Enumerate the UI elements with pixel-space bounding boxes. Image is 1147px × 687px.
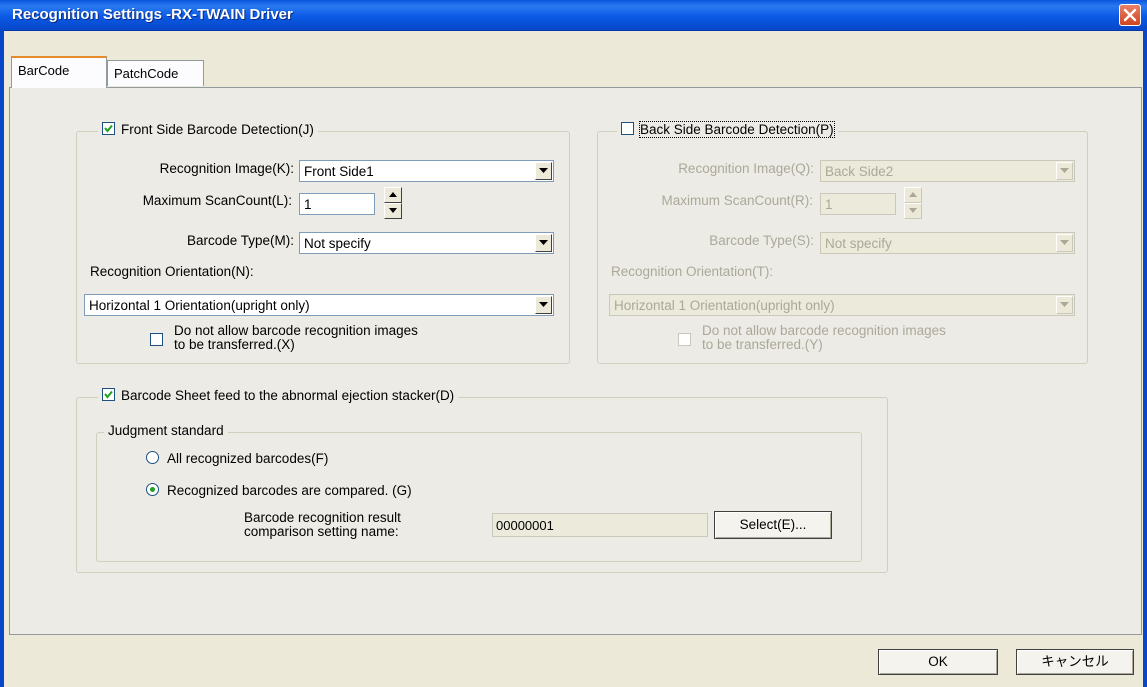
arrow-down-icon [389, 208, 397, 213]
back-no-transfer-label: Do not allow barcode recognition images … [702, 324, 946, 352]
front-max-scan-up-button[interactable] [384, 187, 402, 203]
front-max-scan-down-button[interactable] [384, 203, 402, 219]
back-max-scan-down-button[interactable] [904, 203, 922, 219]
back-recognition-image-value: Back Side2 [825, 164, 894, 179]
tab-patchcode[interactable]: PatchCode [107, 60, 204, 86]
front-no-transfer-checkbox[interactable] [150, 333, 163, 346]
chevron-down-icon [1056, 162, 1073, 180]
judgment-standard-title: Judgment standard [104, 423, 228, 438]
ok-button[interactable]: OK [878, 649, 998, 675]
front-no-transfer-label: Do not allow barcode recognition images … [174, 324, 418, 352]
ejection-checkbox[interactable]: Barcode Sheet feed to the abnormal eject… [98, 388, 459, 403]
front-orientation-combo[interactable]: Horizontal 1 Orientation(upright only) [84, 294, 554, 316]
arrow-up-icon [909, 192, 917, 197]
back-recognition-image-label: Recognition Image(Q): [678, 161, 814, 176]
front-barcode-type-combo[interactable]: Not specify [299, 232, 554, 254]
front-orientation-value: Horizontal 1 Orientation(upright only) [89, 298, 310, 313]
option-compared-radio[interactable] [146, 483, 159, 496]
front-side-checkbox[interactable]: Front Side Barcode Detection(J) [98, 122, 318, 137]
back-orientation-value: Horizontal 1 Orientation(upright only) [614, 298, 835, 313]
back-orientation-label: Recognition Orientation(T): [611, 264, 774, 279]
window-title: Recognition Settings -RX-TWAIN Driver [12, 6, 293, 23]
setting-name-value: 00000001 [496, 518, 554, 533]
front-side-title: Front Side Barcode Detection(J) [121, 122, 314, 137]
front-no-transfer-line1: Do not allow barcode recognition images [174, 323, 418, 338]
back-barcode-type-value: Not specify [825, 236, 892, 251]
front-side-check-box[interactable] [102, 122, 115, 135]
chevron-down-icon [1056, 234, 1073, 252]
back-side-title: Back Side Barcode Detection(P) [639, 121, 835, 138]
select-button[interactable]: Select(E)... [714, 511, 832, 539]
front-orientation-label: Recognition Orientation(N): [90, 264, 254, 279]
ejection-title: Barcode Sheet feed to the abnormal eject… [121, 388, 455, 403]
back-orientation-combo[interactable]: Horizontal 1 Orientation(upright only) [609, 294, 1075, 316]
front-no-transfer-line2: to be transferred.(X) [174, 337, 295, 352]
back-recognition-image-combo[interactable]: Back Side2 [820, 160, 1075, 182]
front-max-scan-label: Maximum ScanCount(L): [142, 193, 292, 208]
close-icon [1123, 8, 1137, 22]
chevron-down-icon [1056, 296, 1073, 314]
tab-barcode[interactable]: BarCode [11, 56, 107, 88]
back-max-scan-field[interactable]: 1 [820, 193, 896, 215]
close-button[interactable] [1119, 4, 1141, 26]
chevron-down-icon[interactable] [535, 296, 552, 314]
option-all-label: All recognized barcodes(F) [167, 451, 329, 466]
back-barcode-type-label: Barcode Type(S): [709, 233, 814, 248]
tab-barcode-label: BarCode [18, 63, 70, 78]
back-no-transfer-line2: to be transferred.(Y) [702, 337, 823, 352]
setting-name-line1: Barcode recognition result [244, 510, 401, 525]
window-border-left [0, 30, 4, 687]
back-side-check-box[interactable] [621, 122, 634, 135]
front-recognition-image-combo[interactable]: Front Side1 [299, 160, 554, 182]
front-recognition-image-value: Front Side1 [304, 164, 374, 179]
window-border-right [1143, 30, 1147, 687]
option-all-recognized[interactable]: All recognized barcodes(F) [146, 451, 328, 466]
back-max-scan-up-button[interactable] [904, 187, 922, 203]
tab-patchcode-label: PatchCode [114, 66, 179, 81]
front-recognition-image-label: Recognition Image(K): [159, 161, 294, 176]
setting-name-field: 00000001 [492, 513, 708, 537]
arrow-down-icon [909, 208, 917, 213]
cancel-button[interactable]: キャンセル [1016, 649, 1134, 675]
front-max-scan-value: 1 [304, 197, 312, 212]
option-all-radio[interactable] [146, 451, 159, 464]
radio-selected-dot [150, 487, 155, 492]
front-barcode-type-value: Not specify [304, 236, 371, 251]
title-bar: Recognition Settings -RX-TWAIN Driver [0, 0, 1147, 31]
back-no-transfer-line1: Do not allow barcode recognition images [702, 323, 946, 338]
back-max-scan-label: Maximum ScanCount(R): [661, 193, 813, 208]
setting-name-line2: comparison setting name: [244, 524, 399, 539]
back-side-checkbox[interactable]: Back Side Barcode Detection(P) [617, 121, 838, 138]
ejection-check-box[interactable] [102, 388, 115, 401]
setting-name-label: Barcode recognition result comparison se… [244, 511, 401, 539]
back-barcode-type-combo[interactable]: Not specify [820, 232, 1075, 254]
arrow-up-icon [389, 192, 397, 197]
chevron-down-icon[interactable] [535, 234, 552, 252]
back-no-transfer-checkbox[interactable] [678, 333, 691, 346]
front-max-scan-field[interactable]: 1 [299, 193, 375, 215]
option-compared-label: Recognized barcodes are compared. (G) [167, 483, 412, 498]
chevron-down-icon[interactable] [535, 162, 552, 180]
front-barcode-type-label: Barcode Type(M): [186, 233, 294, 248]
back-max-scan-value: 1 [825, 197, 833, 212]
option-recognized-compared[interactable]: Recognized barcodes are compared. (G) [146, 483, 412, 498]
